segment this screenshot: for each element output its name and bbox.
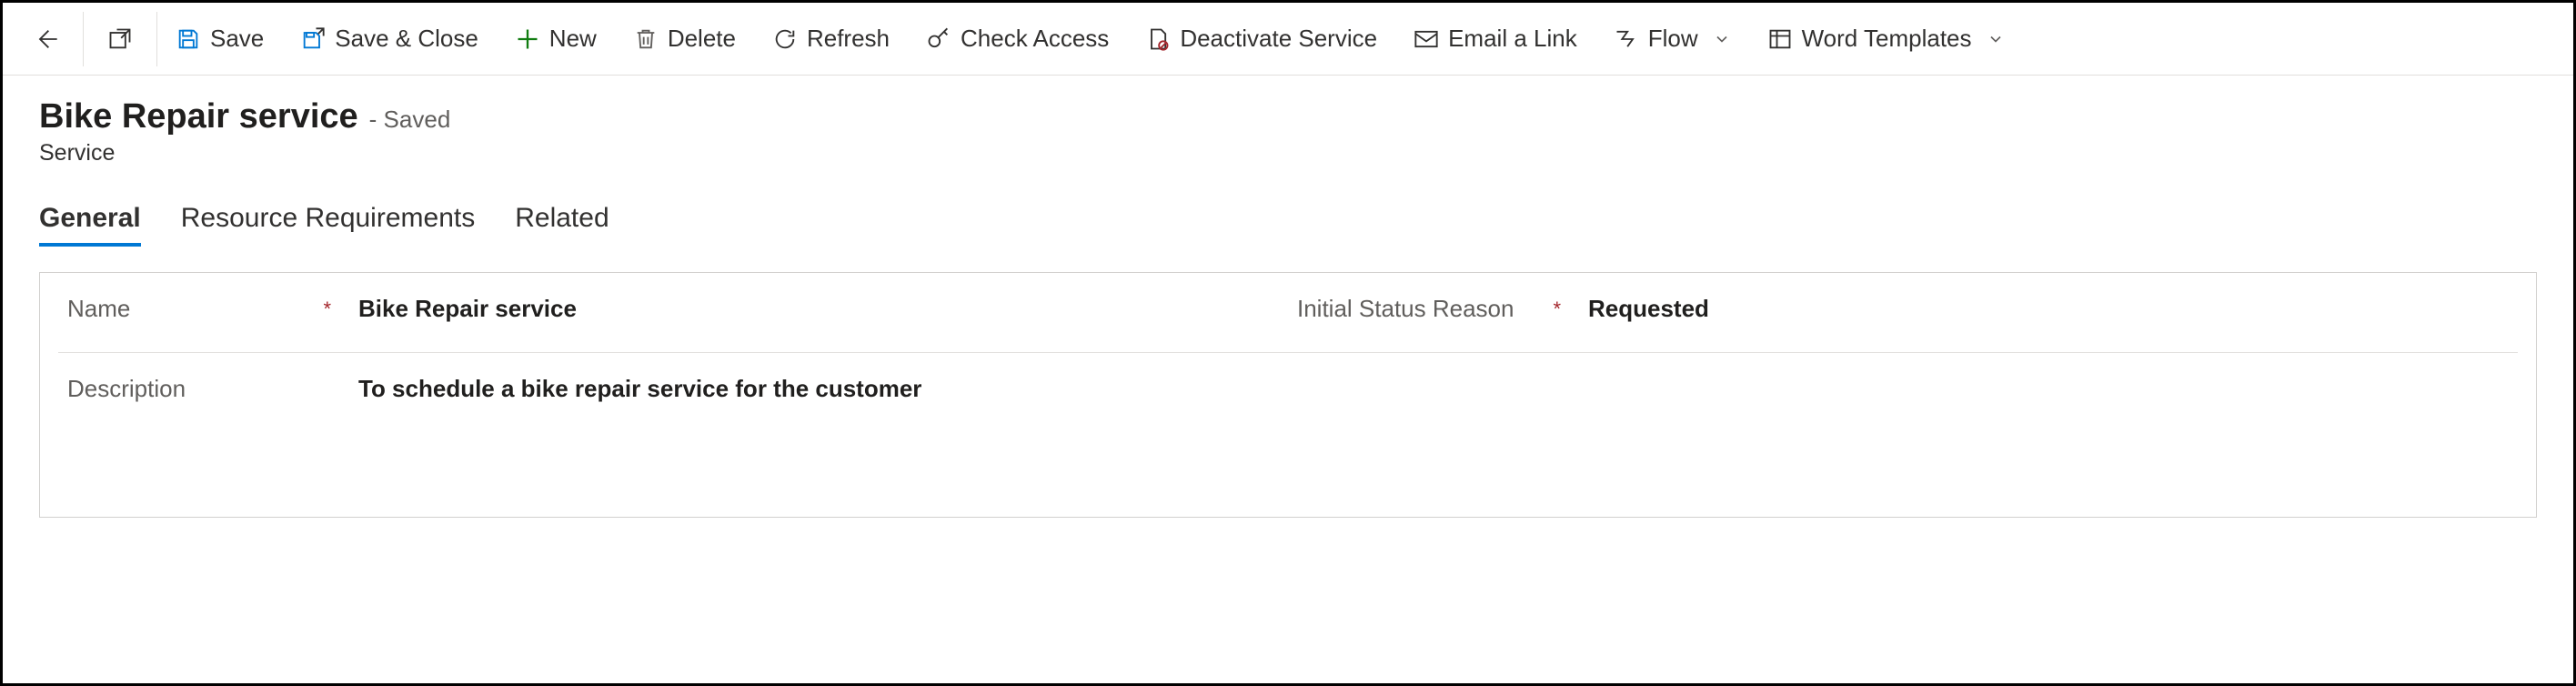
form-row: Description To schedule a bike repair se… <box>58 353 2518 517</box>
name-label-text: Name <box>67 295 130 323</box>
chevron-down-icon <box>1987 30 2005 48</box>
deactivate-button[interactable]: Deactivate Service <box>1127 3 1395 75</box>
field-name[interactable]: Name * Bike Repair service <box>58 273 1288 345</box>
trash-icon <box>633 26 659 52</box>
popout-button[interactable] <box>84 3 156 75</box>
field-label: Initial Status Reason * <box>1297 295 1588 323</box>
description-label-text: Description <box>67 375 186 403</box>
word-templates-button[interactable]: Word Templates <box>1749 3 2023 75</box>
delete-label: Delete <box>668 25 736 53</box>
key-icon <box>926 26 951 52</box>
status-value[interactable]: Requested <box>1588 295 1709 323</box>
deactivate-icon <box>1145 26 1171 52</box>
flow-button[interactable]: Flow <box>1595 3 1749 75</box>
check-access-label: Check Access <box>961 25 1109 53</box>
check-access-button[interactable]: Check Access <box>908 3 1127 75</box>
delete-button[interactable]: Delete <box>615 3 754 75</box>
back-arrow-icon <box>34 26 59 52</box>
refresh-button[interactable]: Refresh <box>754 3 908 75</box>
refresh-icon <box>772 26 798 52</box>
flow-icon <box>1614 26 1639 52</box>
save-icon <box>176 26 201 52</box>
record-header: Bike Repair service - Saved Service <box>3 76 2573 166</box>
field-label: Name * <box>67 295 358 323</box>
description-value[interactable]: To schedule a bike repair service for th… <box>358 375 921 403</box>
tab-resource-requirements[interactable]: Resource Requirements <box>181 203 475 247</box>
word-templates-label: Word Templates <box>1802 25 1972 53</box>
email-icon <box>1414 26 1439 52</box>
back-button[interactable] <box>10 3 83 75</box>
field-description[interactable]: Description To schedule a bike repair se… <box>58 353 2518 425</box>
form-panel: Name * Bike Repair service Initial Statu… <box>39 272 2537 518</box>
save-close-icon <box>300 26 326 52</box>
popout-icon <box>107 26 133 52</box>
plus-icon <box>515 26 540 52</box>
command-bar: Save Save & Close New Delete Refresh Che… <box>3 3 2573 76</box>
entity-name: Service <box>39 140 2537 166</box>
chevron-down-icon <box>1713 30 1731 48</box>
form-row: Name * Bike Repair service Initial Statu… <box>58 273 2518 353</box>
name-value[interactable]: Bike Repair service <box>358 295 577 323</box>
save-close-label: Save & Close <box>335 25 478 53</box>
new-label: New <box>549 25 597 53</box>
saved-indicator: - Saved <box>369 106 451 134</box>
required-mark: * <box>323 298 331 321</box>
status-label-text: Initial Status Reason <box>1297 295 1514 323</box>
save-button[interactable]: Save <box>157 3 282 75</box>
deactivate-label: Deactivate Service <box>1180 25 1377 53</box>
field-initial-status-reason[interactable]: Initial Status Reason * Requested <box>1288 273 2518 345</box>
save-close-button[interactable]: Save & Close <box>282 3 497 75</box>
tab-general[interactable]: General <box>39 203 141 247</box>
required-mark: * <box>1553 298 1561 321</box>
word-templates-icon <box>1767 26 1793 52</box>
new-button[interactable]: New <box>497 3 615 75</box>
tab-list: General Resource Requirements Related <box>3 203 2573 247</box>
save-label: Save <box>210 25 264 53</box>
field-label: Description <box>67 375 358 403</box>
flow-label: Flow <box>1648 25 1698 53</box>
refresh-label: Refresh <box>807 25 890 53</box>
email-link-label: Email a Link <box>1448 25 1577 53</box>
page-title: Bike Repair service <box>39 97 358 136</box>
email-link-button[interactable]: Email a Link <box>1395 3 1595 75</box>
tab-related[interactable]: Related <box>515 203 609 247</box>
